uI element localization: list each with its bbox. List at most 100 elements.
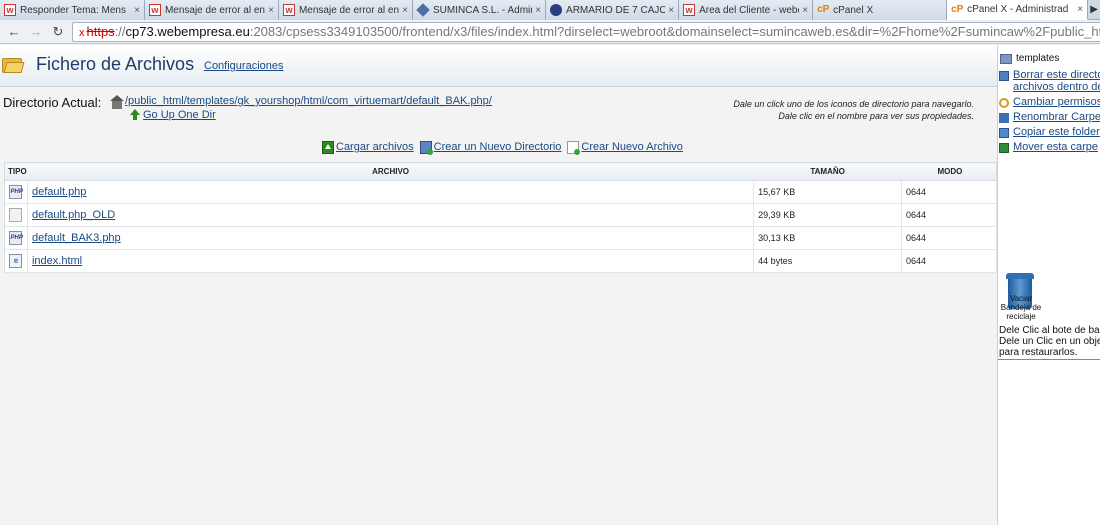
page-title: Fichero de Archivos bbox=[36, 54, 195, 74]
rename-folder-action[interactable]: Renombrar Carpet bbox=[998, 111, 1100, 123]
home-icon[interactable] bbox=[110, 95, 124, 109]
forward-button[interactable]: → bbox=[28, 24, 44, 40]
delete-folder-label: Borrar este directo bbox=[1013, 69, 1100, 81]
close-icon[interactable]: × bbox=[402, 5, 408, 16]
url-field[interactable]: x https://cp73.webempresa.eu:2083/cpsess3… bbox=[72, 22, 1100, 42]
tab-mensaje-error-1[interactable]: w Mensaje de error al entr × bbox=[144, 0, 279, 20]
close-icon[interactable]: × bbox=[668, 5, 674, 16]
cpanel-icon: cP bbox=[951, 3, 964, 15]
file-name[interactable]: default.php_OLD bbox=[27, 203, 755, 227]
table-row[interactable]: default.php_OLD 29,39 KB 0644 bbox=[4, 203, 997, 227]
new-file-button[interactable]: Crear Nuevo Archivo bbox=[567, 140, 683, 155]
table-row[interactable]: e index.html 44 bytes 0644 bbox=[4, 249, 997, 273]
tab-cpanel-admin[interactable]: cP cPanel X - Administrad × bbox=[947, 0, 1089, 20]
column-header-type[interactable]: Tipo bbox=[4, 162, 28, 181]
file-table: Tipo Archivo Tamaño Modo PHP default.php… bbox=[4, 162, 997, 273]
move-folder-action[interactable]: Mover esta carpe bbox=[998, 141, 1098, 153]
close-icon[interactable]: × bbox=[268, 5, 274, 16]
folder-sidebar: templates Borrar este directo archivos d… bbox=[997, 45, 1100, 525]
close-icon[interactable]: × bbox=[802, 5, 808, 16]
url-scheme: https bbox=[86, 24, 115, 39]
folder-icon bbox=[1000, 53, 1012, 64]
selected-folder: templates bbox=[1000, 53, 1059, 64]
upload-files-button[interactable]: Cargar archivos bbox=[322, 140, 414, 154]
tab-cpanel[interactable]: cP cPanel X bbox=[813, 0, 948, 20]
tab-mensaje-error-2[interactable]: w Mensaje de error al entr × bbox=[278, 0, 413, 20]
change-permissions-label: Cambiar permisos bbox=[1013, 96, 1100, 108]
trash-help-text: Dele Clic al bote de bas Dele un Clic en… bbox=[999, 325, 1100, 358]
new-file-icon bbox=[567, 140, 581, 155]
generic-file-icon[interactable] bbox=[9, 208, 23, 222]
file-actions: Cargar archivos Crear un Nuevo Directori… bbox=[322, 139, 689, 155]
back-button[interactable]: ← bbox=[6, 24, 22, 40]
close-icon[interactable]: × bbox=[1077, 4, 1083, 15]
new-directory-button[interactable]: Crear un Nuevo Directorio bbox=[419, 140, 561, 155]
copy-folder-label: Copiar este folder bbox=[1013, 126, 1100, 138]
file-name[interactable]: index.html bbox=[27, 249, 755, 273]
copy-folder-action[interactable]: Copiar este folder bbox=[998, 126, 1100, 138]
tab-label: ARMARIO DE 7 CAJONE bbox=[566, 4, 665, 16]
new-file-label: Crear Nuevo Archivo bbox=[581, 141, 683, 153]
tab-label: Mensaje de error al entr bbox=[298, 4, 400, 16]
file-mode[interactable]: 0644 bbox=[901, 226, 997, 250]
html-file-icon[interactable]: e bbox=[9, 254, 23, 268]
up-arrow-icon[interactable] bbox=[130, 109, 140, 121]
new-folder-icon bbox=[419, 140, 433, 155]
file-size: 44 bytes bbox=[753, 249, 903, 273]
file-size: 15,67 KB bbox=[753, 180, 903, 204]
url-path: :2083/cpsess3349103500/frontend/x3/files… bbox=[249, 24, 1100, 39]
table-header-row: Tipo Archivo Tamaño Modo bbox=[4, 162, 997, 181]
trash-label-line: Vaciar bbox=[1009, 294, 1033, 303]
tab-label: cPanel X - Administrad bbox=[967, 4, 1069, 15]
file-mode[interactable]: 0644 bbox=[901, 203, 997, 227]
tab-area-cliente[interactable]: w Área del Cliente - webe × bbox=[679, 0, 814, 20]
file-name[interactable]: default.php bbox=[27, 180, 755, 204]
reload-button[interactable]: ↻ bbox=[50, 24, 66, 40]
file-type-cell: PHP bbox=[4, 180, 28, 204]
current-directory-path[interactable]: /public_html/templates/gk_yourshop/html/… bbox=[125, 95, 492, 107]
go-up-link[interactable]: Go Up One Dir bbox=[143, 109, 216, 121]
close-icon[interactable]: × bbox=[134, 5, 140, 16]
webempresa-icon: w bbox=[282, 4, 295, 16]
file-type-cell bbox=[4, 203, 28, 227]
table-row[interactable]: PHP default_BAK3.php 30,13 KB 0644 bbox=[4, 226, 997, 250]
column-header-mode[interactable]: Modo bbox=[901, 162, 997, 181]
delete-folder-action[interactable]: Borrar este directo archivos dentro de bbox=[998, 69, 1100, 93]
key-icon bbox=[999, 98, 1009, 108]
browser-tab-bar: w Responder Tema: Mens × w Mensaje de er… bbox=[0, 0, 1100, 20]
tab-suminca[interactable]: SUMINCA S.L. - Admini × bbox=[413, 0, 547, 20]
settings-link[interactable]: Configuraciones bbox=[204, 60, 284, 72]
table-row[interactable]: PHP default.php 15,67 KB 0644 bbox=[4, 180, 997, 204]
php-file-icon[interactable]: PHP bbox=[9, 231, 23, 245]
selected-folder-name: templates bbox=[1016, 53, 1060, 64]
tab-armario[interactable]: ARMARIO DE 7 CAJONE × bbox=[546, 0, 680, 20]
trash-label-line: reciclaje bbox=[1006, 312, 1036, 321]
change-permissions-action[interactable]: Cambiar permisos bbox=[998, 96, 1100, 108]
php-file-icon[interactable]: PHP bbox=[9, 185, 23, 199]
delete-folder-icon bbox=[999, 71, 1009, 81]
help-line: Dele un Clic en un objet bbox=[999, 336, 1100, 347]
trash-label-line: Bandeja de bbox=[1000, 303, 1042, 312]
hint-line: Dale un click uno de los iconos de direc… bbox=[733, 99, 974, 109]
empty-trash-label[interactable]: Vaciar Bandeja de reciclaje bbox=[998, 294, 1044, 321]
column-header-size[interactable]: Tamaño bbox=[753, 162, 902, 181]
tab-overflow-icon[interactable]: ▶ bbox=[1088, 4, 1100, 15]
file-name[interactable]: default_BAK3.php bbox=[27, 226, 755, 250]
file-type-cell: PHP bbox=[4, 226, 28, 250]
copy-icon bbox=[999, 128, 1009, 138]
hint-line: Dale clic en el nombre para ver sus prop… bbox=[778, 111, 974, 121]
webempresa-icon: w bbox=[683, 4, 696, 16]
upload-icon bbox=[322, 140, 334, 154]
file-type-cell: e bbox=[4, 249, 28, 273]
upload-files-label: Cargar archivos bbox=[336, 141, 414, 153]
tab-responder-tema[interactable]: w Responder Tema: Mens × bbox=[0, 0, 145, 20]
webempresa-icon: w bbox=[4, 4, 16, 16]
file-mode[interactable]: 0644 bbox=[901, 249, 997, 273]
url-separator: :// bbox=[114, 24, 126, 39]
rename-icon bbox=[999, 113, 1009, 123]
file-mode[interactable]: 0644 bbox=[901, 180, 997, 204]
navigation-hint: Dale un click uno de los iconos de direc… bbox=[733, 98, 974, 122]
tab-label: Área del Cliente - webe bbox=[699, 4, 800, 16]
close-icon[interactable]: × bbox=[535, 5, 541, 16]
column-header-file[interactable]: Archivo bbox=[27, 162, 754, 181]
